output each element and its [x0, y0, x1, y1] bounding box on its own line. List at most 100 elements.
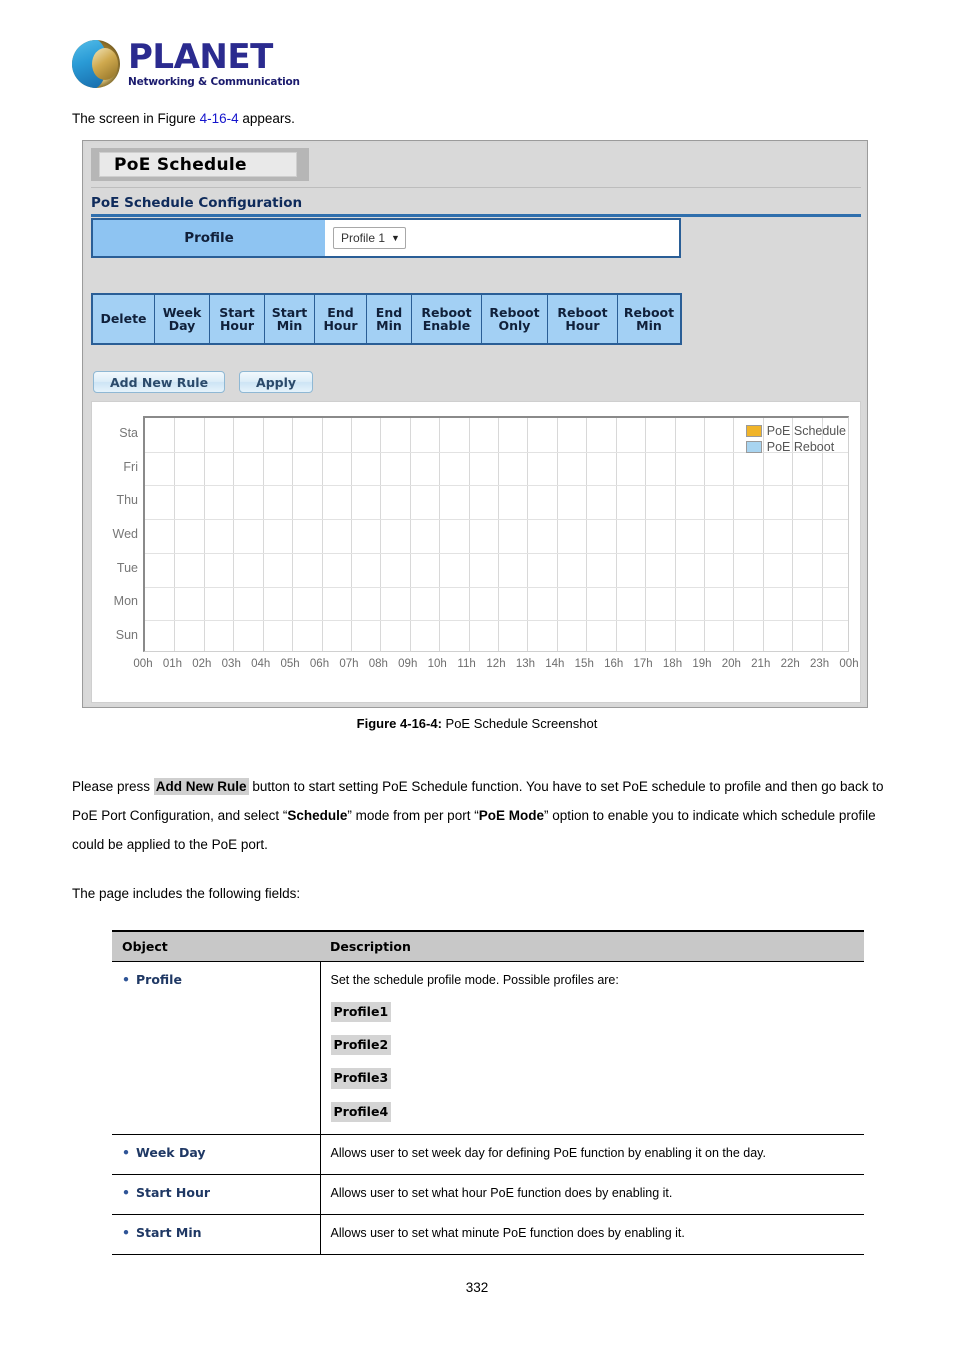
rules-column-header: End Min: [367, 295, 412, 343]
chart-x-tick-label: 20h: [721, 658, 741, 670]
chart-x-tick-label: 04h: [251, 658, 271, 670]
chart-x-tick-label: 01h: [162, 658, 182, 670]
rules-table: Delete Week Day Start Hour Start Min End Hou…: [91, 293, 682, 345]
poe-schedule-screenshot-panel: PoE Schedule PoE Schedule Configuration …: [82, 140, 868, 708]
chart-gridline-vertical: [439, 418, 441, 651]
chart-gridline-horizontal: [145, 552, 848, 554]
chart-gridline-vertical: [674, 418, 676, 651]
column-header-description: Description: [320, 930, 864, 962]
rules-column-header: Start Hour: [210, 295, 265, 343]
chart-x-tick-label: 03h: [221, 658, 241, 670]
bullet-icon: •: [122, 1144, 130, 1160]
object-cell: • Start Min: [112, 1214, 321, 1256]
figure-link[interactable]: 4-16-4: [200, 111, 239, 126]
rules-column-header: Reboot Min: [618, 295, 680, 343]
chart-x-axis-labels: 00h 01h 02h 03h 04h 05h 06h 07h 08h 09h 10h 11h 12h 1…: [133, 658, 858, 678]
chart-x-tick-label: 23h: [809, 658, 830, 670]
table-row: • Profile Set the schedule profile mode. P…: [112, 961, 864, 1135]
rules-column-header: Reboot Enable: [412, 295, 482, 343]
profile-select[interactable]: Profile 1 ▼: [333, 227, 406, 249]
chart-gridline-vertical: [174, 418, 176, 651]
figure-caption-label: Figure 4-16-4:: [356, 716, 442, 731]
chart-gridline-vertical: [645, 418, 647, 651]
chart-x-tick-label: 13h: [515, 658, 535, 670]
chart-x-tick-label: 08h: [368, 658, 388, 670]
page-number: 332: [465, 1280, 489, 1295]
chart-x-tick-label: 17h: [633, 658, 653, 670]
logo-text: PLANET Networking & Communication: [128, 40, 300, 88]
rules-column-header: Reboot Only: [482, 295, 548, 343]
logo-name: PLANET: [128, 37, 273, 78]
chart-x-tick-label: 16h: [604, 658, 624, 670]
chart-x-tick-label: 19h: [692, 658, 712, 670]
table-row: • Start Hour Allows user to set what hour …: [112, 1174, 864, 1215]
chart-x-tick-label: 12h: [486, 658, 506, 670]
figure-caption: Figure 4-16-4: PoE Schedule Screenshot: [0, 716, 954, 731]
chart-y-tick-label: Sta: [119, 425, 138, 440]
panel-title-tab: PoE Schedule: [91, 148, 309, 181]
table-row: • Start Min Allows user to set what minute…: [112, 1214, 864, 1256]
chart-plot-area: [143, 416, 849, 652]
object-cell: • Week Day: [112, 1134, 321, 1175]
object-description-table: Object Description • Profile Set the sched…: [112, 930, 864, 1256]
chart-x-tick-label: 09h: [398, 658, 418, 670]
table-row: • Week Day Allows user to set week day for…: [112, 1134, 864, 1175]
chart-x-tick-label: 15h: [574, 658, 594, 670]
profile-option-tag: Profile2: [330, 1035, 392, 1056]
legend-swatch-icon: [745, 425, 762, 437]
object-cell: • Start Hour: [112, 1174, 321, 1215]
logo-tagline: Networking & Communication: [128, 76, 300, 89]
profile-option-tag: Profile4: [330, 1101, 392, 1122]
chart-gridline-horizontal: [145, 485, 848, 487]
profile-option-tag: Profile3: [330, 1068, 392, 1089]
chart-gridline-vertical: [703, 418, 705, 651]
chart-gridline-vertical: [380, 418, 382, 651]
chart-y-tick-label: Sun: [115, 628, 138, 643]
intro-before: The screen in Figure: [72, 111, 200, 126]
chart-gridline-vertical: [262, 418, 264, 651]
panel-title-tab-inner: PoE Schedule: [99, 152, 297, 177]
profile-label: Profile: [93, 220, 325, 256]
chart-x-tick-label: 02h: [192, 658, 212, 670]
section-title: PoE Schedule Configuration: [91, 195, 861, 217]
para-part-3: ” mode from per port “: [347, 808, 479, 823]
chart-x-tick-label: 11h: [457, 658, 476, 670]
chart-y-tick-label: Mon: [113, 594, 138, 609]
chart-gridline-vertical: [556, 418, 558, 651]
profile-option-tag: Profile1: [330, 1002, 392, 1023]
schedule-mention: Schedule: [287, 808, 348, 823]
chart-gridline-vertical: [409, 418, 411, 651]
chart-y-tick-label: Thu: [116, 493, 138, 508]
description-text: Allows user to set week day for defining…: [330, 1145, 766, 1160]
chart-gridline-horizontal: [145, 620, 848, 622]
object-name: Profile: [136, 972, 182, 987]
description-cell: Set the schedule profile mode. Possible …: [320, 961, 864, 1135]
legend-swatch-icon: [745, 441, 762, 453]
chart-x-tick-label: 07h: [339, 658, 359, 670]
chart-x-tick-label: 05h: [280, 658, 300, 670]
rules-column-header: Start Min: [265, 295, 315, 343]
legend-label: PoE Schedule: [766, 424, 846, 438]
description-cell: Allows user to set what hour PoE functio…: [320, 1174, 864, 1215]
profile-value-cell: Profile 1 ▼: [325, 220, 679, 256]
object-cell: • Profile: [112, 961, 321, 1135]
apply-button[interactable]: Apply: [239, 371, 314, 393]
planet-logo: PLANET Networking & Communication: [72, 40, 300, 88]
object-name: Start Hour: [136, 1184, 211, 1200]
rules-column-header: End Hour: [315, 295, 367, 343]
chart-gridline-vertical: [615, 418, 617, 651]
chart-y-axis-labels: Sta Fri Thu Wed Tue Mon Sun: [92, 416, 138, 652]
chart-gridline-vertical: [321, 418, 323, 651]
add-new-rule-button[interactable]: Add New Rule: [93, 371, 226, 393]
chart-gridline-vertical: [468, 418, 470, 651]
chart-gridline-vertical: [733, 418, 735, 651]
add-new-rule-mention: Add New Rule: [153, 778, 249, 795]
chevron-down-icon: ▼: [391, 233, 400, 243]
chart-legend: PoE Schedule PoE Reboot: [745, 424, 846, 454]
chart-x-tick-label: 14h: [545, 658, 565, 670]
bullet-icon: •: [122, 1224, 130, 1240]
chart-legend-item: PoE Reboot: [745, 440, 846, 454]
object-name: Start Min: [136, 1224, 202, 1240]
chart-x-tick-label: 22h: [780, 658, 800, 670]
chart-gridline-vertical: [498, 418, 499, 651]
